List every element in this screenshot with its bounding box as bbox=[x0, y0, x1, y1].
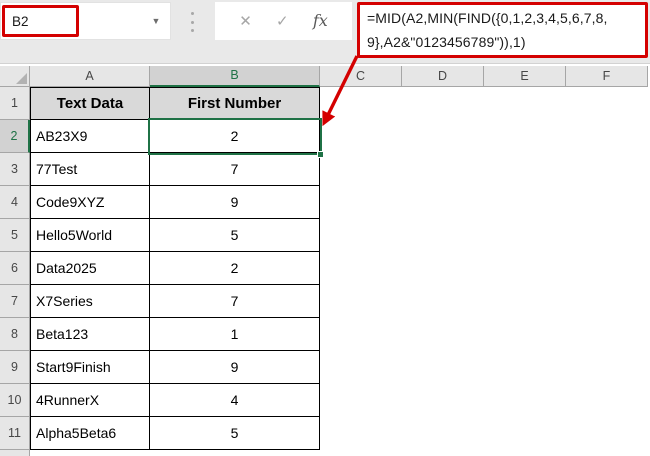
column-header-D[interactable]: D bbox=[402, 66, 484, 87]
cell-A9[interactable]: Start9Finish bbox=[31, 351, 150, 384]
cell-A2[interactable]: AB23X9 bbox=[31, 120, 150, 153]
cell-B1[interactable]: First Number bbox=[150, 88, 320, 120]
column-header-F[interactable]: F bbox=[566, 66, 648, 87]
table-row: 77Test 7 bbox=[31, 153, 320, 186]
table-row: Alpha5Beta6 5 bbox=[31, 417, 320, 450]
row-header-8[interactable]: 8 bbox=[0, 318, 30, 351]
cell-B11[interactable]: 5 bbox=[150, 417, 320, 450]
cell-B4[interactable]: 9 bbox=[150, 186, 320, 219]
cell-A5[interactable]: Hello5World bbox=[31, 219, 150, 252]
table-row: Data2025 2 bbox=[31, 252, 320, 285]
row-header-4[interactable]: 4 bbox=[0, 186, 30, 219]
row-header-11[interactable]: 11 bbox=[0, 417, 30, 450]
cell-B6[interactable]: 2 bbox=[150, 252, 320, 285]
cell-B5[interactable]: 5 bbox=[150, 219, 320, 252]
formula-input[interactable]: =MID(A2,MIN(FIND({0,1,2,3,4,5,6,7,8, 9},… bbox=[357, 2, 648, 58]
fill-handle[interactable] bbox=[317, 151, 324, 158]
insert-function-icon[interactable]: fx bbox=[313, 13, 328, 29]
cell-A7[interactable]: X7Series bbox=[31, 285, 150, 318]
row-header-3[interactable]: 3 bbox=[0, 153, 30, 186]
cell-B3[interactable]: 7 bbox=[150, 153, 320, 186]
cancel-icon[interactable]: ✕ bbox=[239, 14, 252, 29]
excel-window: B2 ▼ ✕ ✓ fx =MID(A2,MIN(FIND({0,1,2,3,4,… bbox=[0, 0, 650, 456]
formula-bar-grip-handle[interactable] bbox=[191, 12, 195, 32]
table-row: Code9XYZ 9 bbox=[31, 186, 320, 219]
cell-B8[interactable]: 1 bbox=[150, 318, 320, 351]
formula-line-1: =MID(A2,MIN(FIND({0,1,2,3,4,5,6,7,8, bbox=[367, 10, 608, 26]
row-header-10[interactable]: 10 bbox=[0, 384, 30, 417]
cell-B9[interactable]: 9 bbox=[150, 351, 320, 384]
row-header-5[interactable]: 5 bbox=[0, 219, 30, 252]
name-box-dropdown-icon[interactable]: ▼ bbox=[148, 3, 164, 39]
table-row: X7Series 7 bbox=[31, 285, 320, 318]
table-row: Text Data First Number bbox=[31, 88, 320, 120]
enter-icon[interactable]: ✓ bbox=[276, 14, 289, 29]
formula-line-2: 9},A2&"0123456789")),1) bbox=[367, 34, 526, 50]
cell-A11[interactable]: Alpha5Beta6 bbox=[31, 417, 150, 450]
row-header-6[interactable]: 6 bbox=[0, 252, 30, 285]
column-header-E[interactable]: E bbox=[484, 66, 566, 87]
select-all-corner[interactable] bbox=[0, 66, 30, 87]
column-header-B[interactable]: B bbox=[150, 66, 320, 87]
formula-bar-chrome: B2 ▼ ✕ ✓ fx =MID(A2,MIN(FIND({0,1,2,3,4,… bbox=[0, 0, 650, 64]
name-box-value: B2 bbox=[12, 13, 29, 29]
cell-A8[interactable]: Beta123 bbox=[31, 318, 150, 351]
table-row: Beta123 1 bbox=[31, 318, 320, 351]
row-header-2[interactable]: 2 bbox=[0, 120, 30, 153]
table-row: Start9Finish 9 bbox=[31, 351, 320, 384]
row-header-12-partial[interactable] bbox=[0, 450, 30, 456]
row-header-7[interactable]: 7 bbox=[0, 285, 30, 318]
cell-A10[interactable]: 4RunnerX bbox=[31, 384, 150, 417]
cell-B7[interactable]: 7 bbox=[150, 285, 320, 318]
cell-A3[interactable]: 77Test bbox=[31, 153, 150, 186]
formula-bar-buttons: ✕ ✓ fx bbox=[215, 2, 352, 40]
row-headers: 1 2 3 4 5 6 7 8 9 10 11 bbox=[0, 87, 30, 456]
row-header-1[interactable]: 1 bbox=[0, 87, 30, 120]
cell-A6[interactable]: Data2025 bbox=[31, 252, 150, 285]
row-header-9[interactable]: 9 bbox=[0, 351, 30, 384]
cell-A1[interactable]: Text Data bbox=[31, 88, 150, 120]
name-box[interactable]: B2 ▼ bbox=[0, 2, 171, 40]
column-header-C[interactable]: C bbox=[320, 66, 402, 87]
cell-B10[interactable]: 4 bbox=[150, 384, 320, 417]
cell-A4[interactable]: Code9XYZ bbox=[31, 186, 150, 219]
table-row: 4RunnerX 4 bbox=[31, 384, 320, 417]
column-headers: A B C D E F bbox=[30, 66, 648, 87]
name-box-red-annotation: B2 bbox=[2, 5, 79, 37]
column-header-A[interactable]: A bbox=[30, 66, 150, 87]
table-row: Hello5World 5 bbox=[31, 219, 320, 252]
selection-border bbox=[148, 118, 322, 155]
